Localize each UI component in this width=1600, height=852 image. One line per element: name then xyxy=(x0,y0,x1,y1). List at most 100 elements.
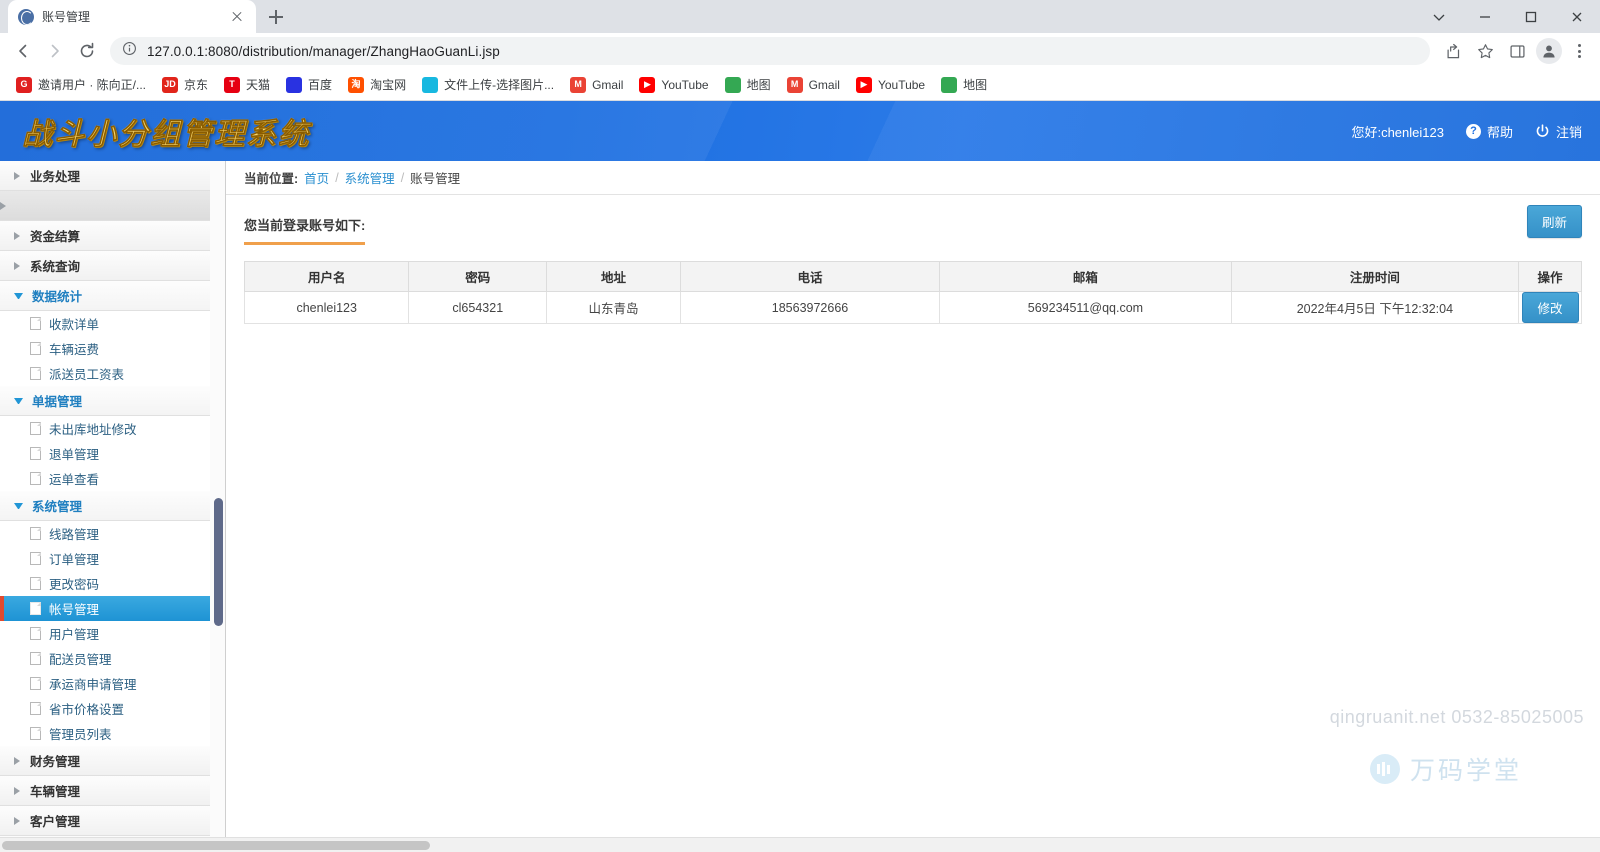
question-mark-icon: ? xyxy=(1465,123,1481,139)
refresh-button[interactable]: 刷新 xyxy=(1526,205,1582,238)
sidebar-group-车辆管理[interactable]: 车辆管理 xyxy=(0,776,225,806)
section-header: 您当前登录账号如下: 刷新 xyxy=(244,205,1582,245)
sidebar-item-退单管理[interactable]: 退单管理 xyxy=(0,441,225,466)
edit-button[interactable]: 修改 xyxy=(1521,292,1579,323)
tab-search-icon[interactable] xyxy=(1416,0,1462,33)
sidebar-scrollbar-thumb[interactable] xyxy=(214,498,223,626)
share-icon[interactable] xyxy=(1438,36,1468,66)
sidebar-item-车辆运费[interactable]: 车辆运费 xyxy=(0,336,225,361)
chevron-right-icon xyxy=(14,171,21,180)
bookmark-item[interactable]: ▶ YouTube xyxy=(848,74,933,96)
bookmark-item[interactable]: 淘淘宝网 xyxy=(340,73,414,96)
bookmark-favicon-icon: M xyxy=(570,76,587,93)
bookmark-item[interactable]: 百度 xyxy=(278,73,340,96)
breadcrumb-parent[interactable]: 系统管理 xyxy=(345,168,395,187)
bookmark-label: 地图 xyxy=(746,78,771,92)
sidebar-item-承运商申请管理[interactable]: 承运商申请管理 xyxy=(0,671,225,696)
page-body: 业务处理资金结算系统查询数据统计收款详单车辆运费派送员工资表单据管理 未出库地址修… xyxy=(0,161,1600,852)
sidebar-scrollbar[interactable] xyxy=(210,161,225,852)
maximize-icon[interactable] xyxy=(1508,0,1554,33)
browser-tab[interactable]: 账号管理 xyxy=(8,0,256,33)
sidebar-item-label: 车辆运费 xyxy=(49,343,100,357)
bookmark-item[interactable]: ▶ YouTube xyxy=(631,74,716,96)
bookmark-item[interactable]: 地图 xyxy=(717,73,779,96)
sidebar-group-业务处理[interactable]: 业务处理 xyxy=(0,161,225,191)
table-header-cell: 操作 xyxy=(1518,261,1582,292)
bookmark-item[interactable]: JD 京东 xyxy=(154,73,216,96)
bookmark-favicon-icon: G xyxy=(16,76,32,93)
page-horizontal-scrollbar-thumb[interactable] xyxy=(2,841,430,850)
breadcrumb-home[interactable]: 首页 xyxy=(304,168,329,187)
app-header: 战斗小分组管理系统 您好:chenlei123 ? 帮助 注销 xyxy=(0,101,1600,161)
bookmark-label: 天猫 xyxy=(246,78,271,92)
sidebar-item-派送员工资表[interactable]: 派送员工资表 xyxy=(0,361,225,386)
sidebar-group-blank[interactable] xyxy=(0,191,225,221)
sidebar-item-label: 更改密码 xyxy=(49,578,100,592)
back-icon[interactable] xyxy=(8,36,38,66)
brand-name: 万码学堂 xyxy=(1409,757,1522,785)
bookmark-item[interactable]: G 邀请用户 · 陈向正/... xyxy=(8,73,154,96)
profile-avatar[interactable] xyxy=(1536,38,1562,64)
cell-action: 修改 xyxy=(1518,291,1582,324)
cell-password: cl654321 xyxy=(408,291,548,324)
sidebar-item-label: 运单查看 xyxy=(49,473,100,487)
logout-button[interactable]: 注销 xyxy=(1535,122,1582,141)
bookmark-favicon-icon: JD xyxy=(162,76,179,93)
sidebar-group-label: 资金结算 xyxy=(30,230,81,244)
bookmark-item[interactable]: 文件上传-选择图片... xyxy=(414,73,562,96)
cell-address: 山东青岛 xyxy=(546,291,681,324)
side-panel-icon[interactable] xyxy=(1502,36,1532,66)
account-table-wrapper: 用户名 密码 地址 电话 邮箱 注册时间 操作 chenlei123 cl654321 山东青岛… xyxy=(243,261,1582,324)
page-horizontal-scrollbar[interactable] xyxy=(0,837,1600,852)
bookmarks-bar: G 邀请用户 · 陈向正/... JD 京东 T 天猫 百度淘淘宝网 文件上传-选择图片...… xyxy=(0,69,1600,101)
address-bar[interactable]: 127.0.0.1:8080/distribution/manager/Zhan… xyxy=(110,37,1430,65)
sidebar-group-客户管理[interactable]: 客户管理 xyxy=(0,806,225,836)
document-icon xyxy=(30,702,41,715)
new-tab-button[interactable] xyxy=(262,3,290,31)
sidebar-item-label: 收款详单 xyxy=(49,318,100,332)
sidebar-group-单据管理[interactable]: 单据管理 xyxy=(0,386,225,416)
bookmark-favicon-icon: T xyxy=(224,76,241,93)
header-actions: 您好:chenlei123 ? 帮助 注销 xyxy=(1351,122,1582,141)
sidebar-item-配送员管理[interactable]: 配送员管理 xyxy=(0,646,225,671)
sidebar-item-label: 线路管理 xyxy=(49,528,100,542)
sidebar-group-系统查询[interactable]: 系统查询 xyxy=(0,251,225,281)
sidebar-group-资金结算[interactable]: 资金结算 xyxy=(0,221,225,251)
site-info-icon[interactable] xyxy=(122,41,137,61)
reload-icon[interactable] xyxy=(72,36,102,66)
greeting-text: 您好:chenlei123 xyxy=(1351,124,1444,140)
sidebar-group-label: 系统查询 xyxy=(30,260,81,274)
minimize-icon[interactable] xyxy=(1462,0,1508,33)
sidebar-item-label: 派送员工资表 xyxy=(49,368,125,382)
document-icon xyxy=(30,317,41,330)
forward-icon[interactable] xyxy=(40,36,70,66)
window-controls xyxy=(1416,0,1600,33)
sidebar-item-管理员列表[interactable]: 管理员列表 xyxy=(0,721,225,746)
sidebar-item-省市价格设置[interactable]: 省市价格设置 xyxy=(0,696,225,721)
bookmark-item[interactable]: M Gmail xyxy=(562,74,631,96)
sidebar-item-线路管理[interactable]: 线路管理 xyxy=(0,521,225,546)
logout-label: 注销 xyxy=(1555,124,1582,140)
chrome-menu-icon[interactable] xyxy=(1566,44,1592,58)
sidebar-item-收款详单[interactable]: 收款详单 xyxy=(0,311,225,336)
close-window-icon[interactable] xyxy=(1554,0,1600,33)
globe-icon xyxy=(18,8,34,25)
table-row: chenlei123 cl654321 山东青岛 18563972666 5692345… xyxy=(243,291,1582,324)
sidebar-item-订单管理[interactable]: 订单管理 xyxy=(0,546,225,571)
bookmark-item[interactable]: 地图 xyxy=(933,73,995,96)
sidebar-menu: 业务处理资金结算系统查询数据统计收款详单车辆运费派送员工资表单据管理 未出库地址修… xyxy=(0,161,225,836)
sidebar-group-数据统计[interactable]: 数据统计 xyxy=(0,281,225,311)
tab-title: 账号管理 xyxy=(42,10,91,24)
sidebar-item-未出库地址修改[interactable]: 未出库地址修改 xyxy=(0,416,225,441)
sidebar-item-运单查看[interactable]: 运单查看 xyxy=(0,466,225,491)
bookmark-star-icon[interactable] xyxy=(1470,36,1500,66)
sidebar-group-系统管理[interactable]: 系统管理 xyxy=(0,491,225,521)
sidebar-item-帐号管理[interactable]: 帐号管理 xyxy=(0,596,225,621)
close-icon[interactable] xyxy=(228,8,246,26)
sidebar-item-用户管理[interactable]: 用户管理 xyxy=(0,621,225,646)
bookmark-item[interactable]: T 天猫 xyxy=(216,73,278,96)
sidebar-group-财务管理[interactable]: 财务管理 xyxy=(0,746,225,776)
bookmark-item[interactable]: M Gmail xyxy=(779,74,848,96)
sidebar-item-更改密码[interactable]: 更改密码 xyxy=(0,571,225,596)
help-button[interactable]: ? 帮助 xyxy=(1465,122,1513,141)
